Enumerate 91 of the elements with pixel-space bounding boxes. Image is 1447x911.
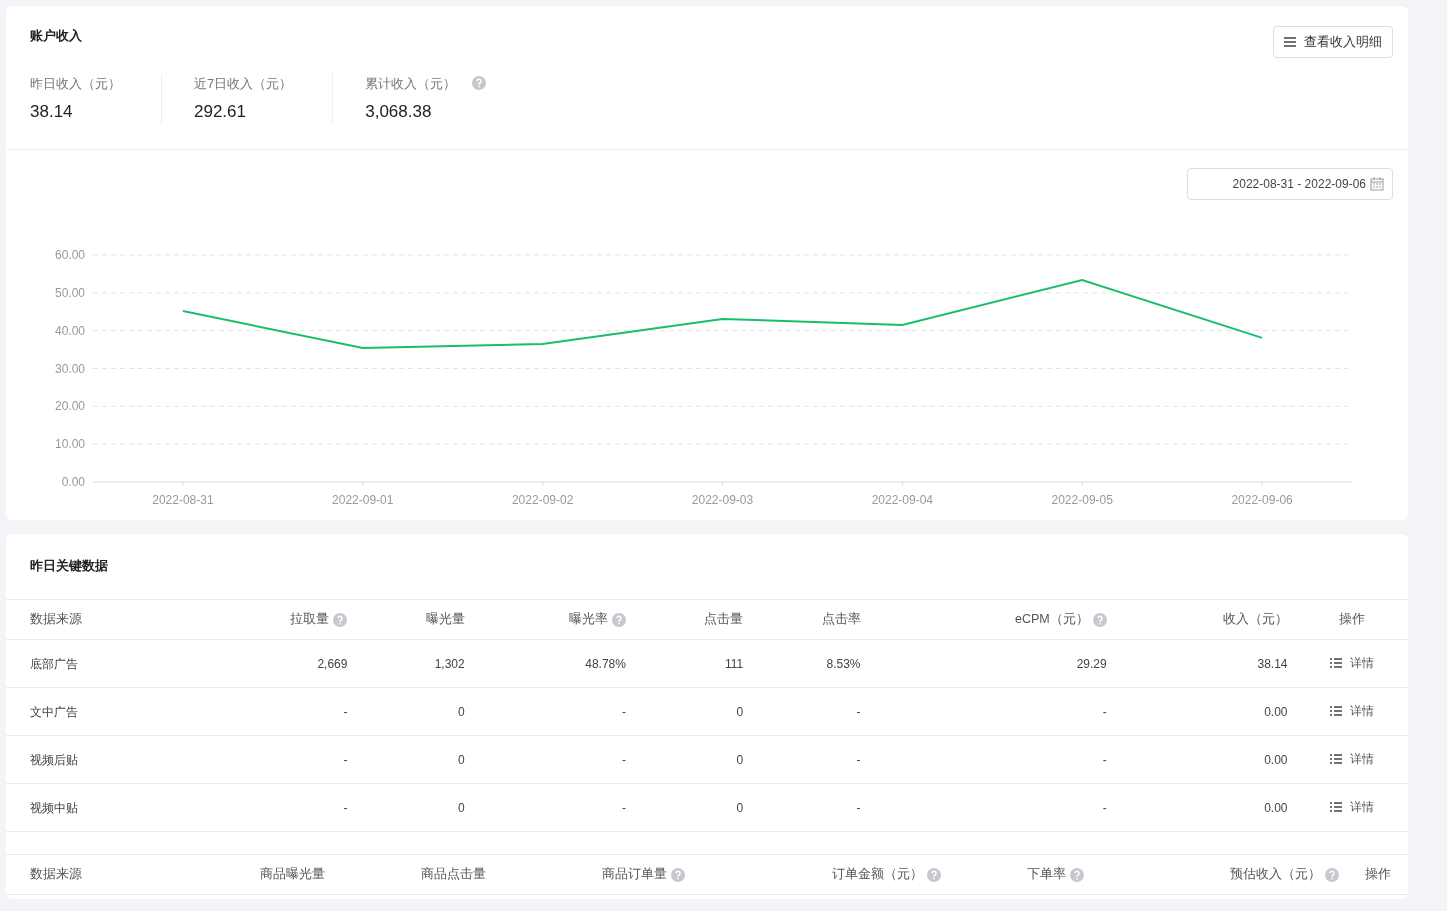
y-axis-label: 60.00 <box>54 247 85 262</box>
table-cell: 8.53% <box>826 656 861 671</box>
column-header: 拉取量 <box>290 611 330 629</box>
detail-link[interactable]: 详情 <box>1329 750 1374 768</box>
stat-label: 昨日收入（元） <box>30 74 121 93</box>
y-axis-label: 30.00 <box>54 361 85 375</box>
section-title: 账户收入 <box>30 27 83 45</box>
table-cell: 0 <box>736 800 744 815</box>
table-cell: 0 <box>736 752 744 767</box>
table-cell: - <box>856 704 861 719</box>
date-range-field[interactable]: 2022-08-31 - 2022-09-06 <box>1187 167 1393 200</box>
column-header: 操作 <box>1338 611 1365 629</box>
table-cell: - <box>1102 752 1107 767</box>
column-header: 预估收入（元） <box>1230 866 1322 884</box>
table-cell: 0 <box>458 800 465 815</box>
table-cell: - <box>856 752 861 767</box>
table-cell: - <box>343 704 348 719</box>
list-icon <box>1329 706 1342 716</box>
help-icon[interactable] <box>472 76 487 91</box>
y-axis-label: 0.00 <box>61 474 85 489</box>
help-icon[interactable] <box>611 612 626 627</box>
table-cell: 底部广告 <box>30 656 78 671</box>
column-header: 数据来源 <box>30 611 82 629</box>
table-cell: - <box>343 800 348 815</box>
table-cell: - <box>856 800 861 815</box>
stat-label: 近7日收入（元） <box>194 74 293 93</box>
income-detail-button[interactable]: 查看收入明细 <box>1273 26 1393 58</box>
x-axis-label: 2022-08-31 <box>152 492 214 507</box>
y-axis-label: 10.00 <box>54 436 85 451</box>
y-axis-label: 20.00 <box>54 398 85 413</box>
stat-value: 292.61 <box>194 101 247 123</box>
x-axis-label: 2022-09-03 <box>691 492 754 507</box>
table-cell: 2,669 <box>317 656 348 671</box>
section-title: 昨日关键数据 <box>29 556 109 575</box>
table-cell: - <box>343 752 348 767</box>
table-cell: 1,302 <box>434 656 465 671</box>
table-cell: 38.14 <box>1257 656 1288 671</box>
stat-value: 3,068.38 <box>365 101 433 123</box>
help-icon[interactable] <box>333 612 348 627</box>
y-axis-label: 50.00 <box>54 285 85 300</box>
x-axis-label: 2022-09-05 <box>1051 492 1113 507</box>
table-cell: 29.29 <box>1076 656 1107 671</box>
column-header: 商品点击量 <box>420 866 486 884</box>
table-cell: 111 <box>725 656 744 671</box>
table-cell: 视频后贴 <box>30 752 78 767</box>
column-header: 收入（元） <box>1222 611 1288 629</box>
column-header: 商品曝光量 <box>260 866 326 884</box>
column-header: 点击量 <box>704 611 744 629</box>
column-header: 下单率 <box>1026 866 1066 884</box>
table-cell: - <box>1102 704 1107 719</box>
column-header: 曝光率 <box>568 611 608 629</box>
column-header: 操作 <box>1364 866 1391 884</box>
table-cell: 0 <box>458 752 465 767</box>
list-icon <box>1329 754 1342 764</box>
y-axis-label: 40.00 <box>54 323 85 338</box>
table-cell: - <box>621 752 626 767</box>
x-axis-label: 2022-09-01 <box>332 492 394 507</box>
list-icon <box>1329 658 1342 668</box>
help-icon[interactable] <box>1325 867 1340 882</box>
calendar-icon[interactable] <box>1370 176 1384 191</box>
menu-icon <box>1284 36 1296 47</box>
detail-link[interactable]: 详情 <box>1329 654 1374 672</box>
table-cell: 0 <box>736 704 744 719</box>
column-header: 点击率 <box>821 611 861 629</box>
stat-label: 累计收入（元） <box>365 74 457 93</box>
x-axis-label: 2022-09-06 <box>1231 492 1293 507</box>
column-header: eCPM（元） <box>1014 611 1089 629</box>
help-icon[interactable] <box>670 867 685 882</box>
table-cell: - <box>1102 800 1107 815</box>
help-icon[interactable] <box>1092 612 1107 627</box>
stat-value: 38.14 <box>30 101 74 123</box>
help-icon[interactable] <box>1069 867 1084 882</box>
detail-link[interactable]: 详情 <box>1329 702 1374 720</box>
detail-link[interactable]: 详情 <box>1329 798 1374 816</box>
column-header: 数据来源 <box>30 866 82 884</box>
column-header: 曝光量 <box>425 611 465 629</box>
x-axis-label: 2022-09-02 <box>511 492 574 507</box>
column-header: 订单金额（元） <box>831 866 923 884</box>
list-icon <box>1329 802 1342 812</box>
table-cell: - <box>621 800 626 815</box>
table-cell: 视频中贴 <box>30 800 78 815</box>
column-header: 商品订单量 <box>601 866 667 884</box>
table-cell: 0.00 <box>1264 752 1288 767</box>
table-cell: 文中广告 <box>30 704 78 719</box>
table-cell: 0.00 <box>1264 800 1288 815</box>
table-cell: - <box>621 704 626 719</box>
table-cell: 48.78% <box>585 656 626 671</box>
table-cell: 0.00 <box>1264 704 1288 719</box>
help-icon[interactable] <box>926 867 941 882</box>
x-axis-label: 2022-09-04 <box>871 492 934 507</box>
table-cell: 0 <box>458 704 465 719</box>
